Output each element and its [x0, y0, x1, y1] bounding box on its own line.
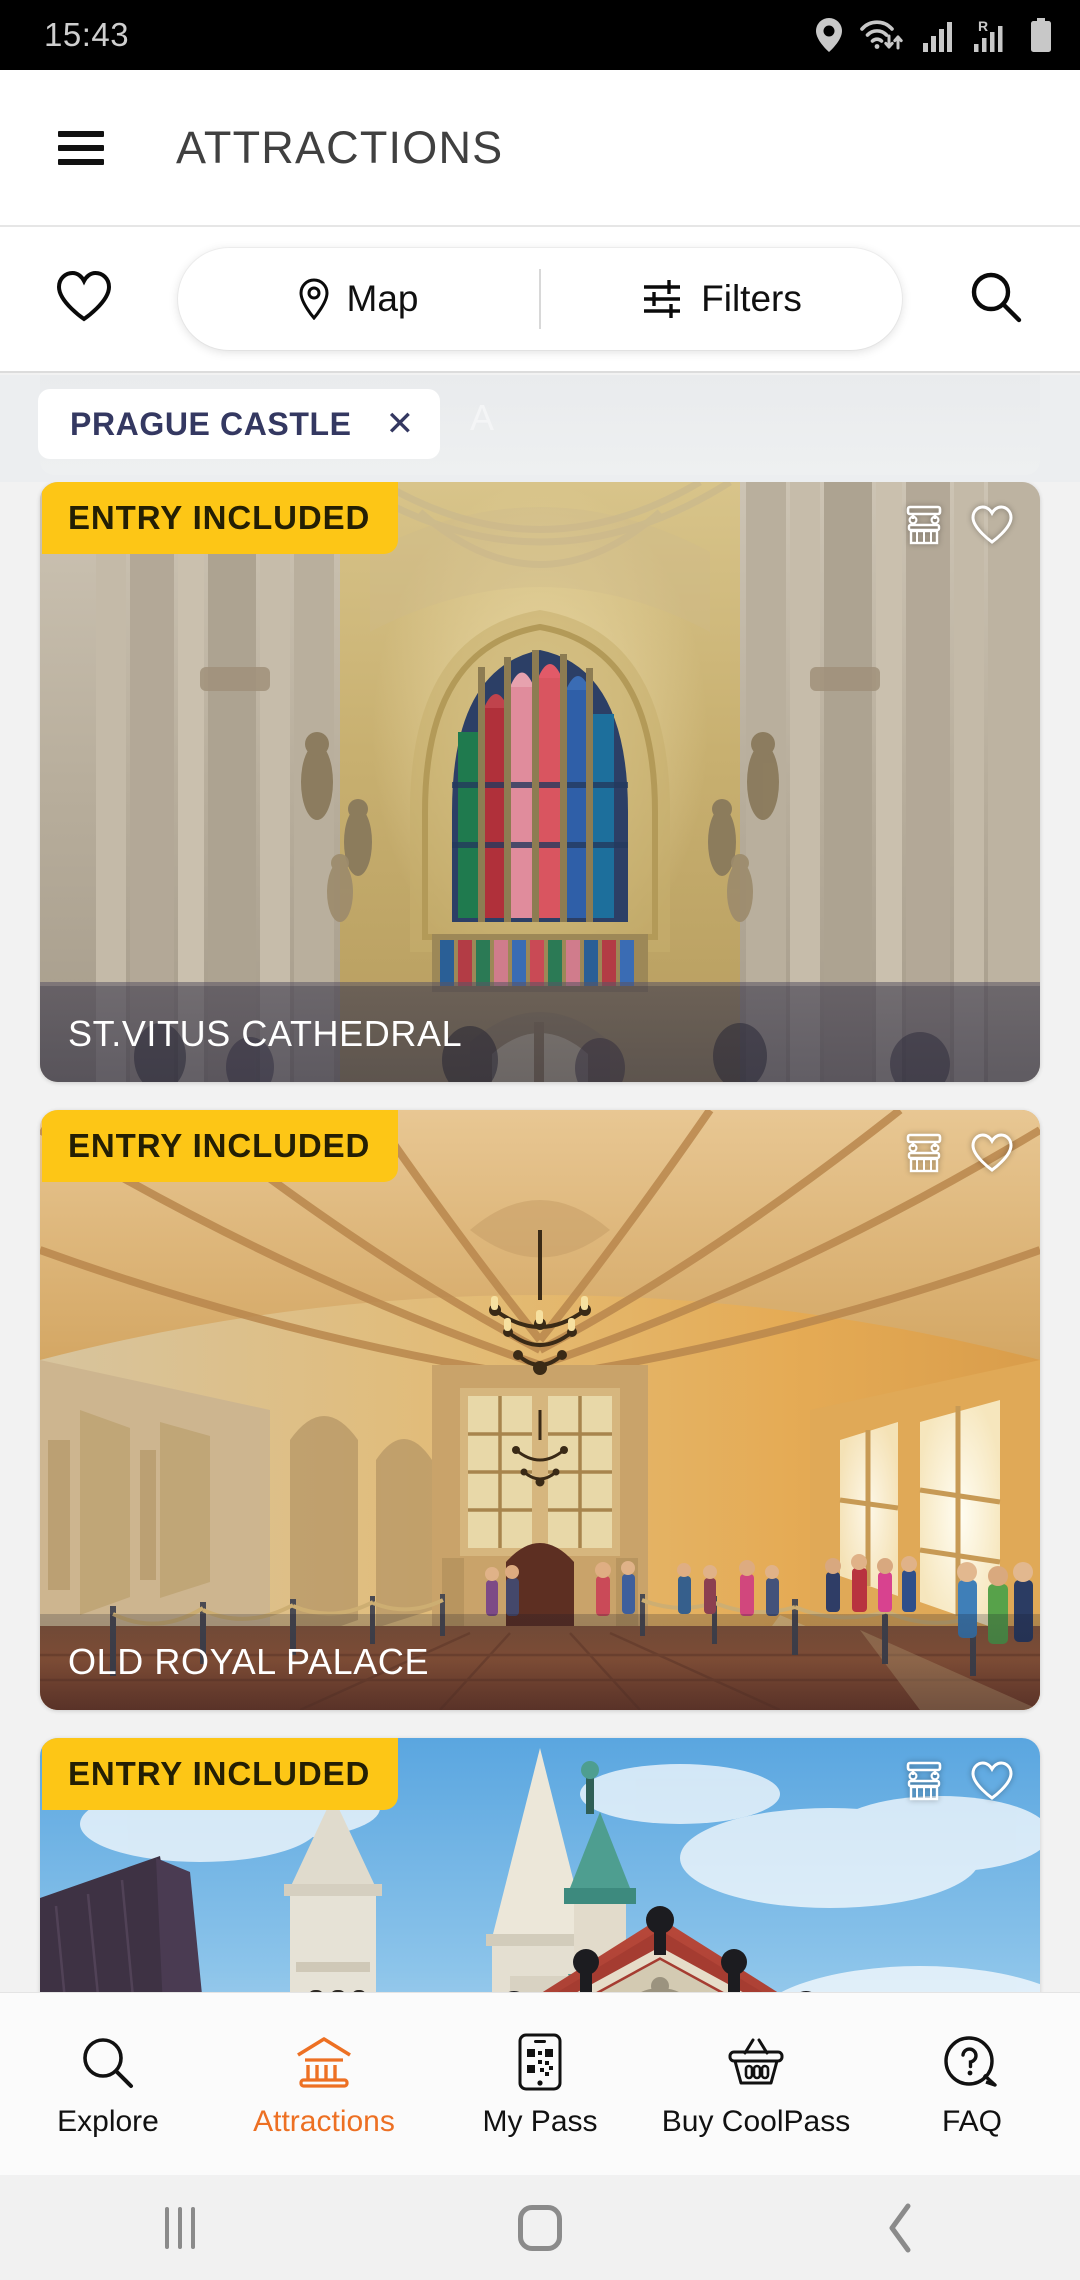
attraction-card-list[interactable]: ENTRY INCLUDED ST.VITUS CATHEDRAL ENTRY …: [0, 482, 1080, 1992]
battery-icon: [1030, 18, 1052, 52]
entry-included-badge: ENTRY INCLUDED: [42, 1110, 399, 1182]
filters-label: Filters: [701, 278, 802, 319]
status-bar: 15:43 R: [0, 0, 1080, 70]
close-x-icon[interactable]: ✕: [386, 407, 415, 441]
nav-item-attractions[interactable]: Attractions: [216, 1993, 432, 2175]
attraction-caption: ST.VITUS CATHEDRAL: [40, 986, 1040, 1082]
sliders-icon: [641, 278, 683, 320]
attraction-caption: OLD ROYAL PALACE: [40, 1614, 1040, 1710]
search-icon: [80, 2029, 136, 2091]
attraction-title: OLD ROYAL PALACE: [68, 1641, 430, 1682]
entry-included-badge: ENTRY INCLUDED: [42, 482, 399, 554]
svg-text:R: R: [978, 18, 988, 34]
location-pin-icon: [816, 18, 842, 52]
nav-item-faq[interactable]: FAQ: [864, 1993, 1080, 2175]
back-chevron-icon[interactable]: [720, 2175, 1080, 2280]
filters-button[interactable]: Filters: [541, 248, 902, 350]
attraction-card[interactable]: ENTRY INCLUDED: [40, 1110, 1040, 1710]
monument-column-icon[interactable]: [904, 1760, 944, 1802]
app-bar: ATTRACTIONS: [0, 70, 1080, 225]
android-navigation-bar: [0, 2175, 1080, 2280]
nav-label-attractions: Attractions: [253, 2105, 395, 2138]
nav-label-explore: Explore: [57, 2105, 159, 2138]
museum-icon: [293, 2029, 355, 2091]
favorites-button[interactable]: [46, 261, 122, 337]
card-action-icons: [904, 504, 1014, 546]
obscured-text: A: [470, 397, 496, 438]
heart-icon: [56, 270, 112, 328]
filter-chip-prague-castle[interactable]: PRAGUE CASTLE ✕: [38, 389, 441, 459]
status-clock: 15:43: [44, 16, 130, 53]
card-action-icons: [904, 1132, 1014, 1174]
attractions-toolbar: Map Filters: [0, 225, 1080, 373]
page-title: ATTRACTIONS: [176, 121, 504, 173]
nav-item-explore[interactable]: Explore: [0, 1993, 216, 2175]
nav-label-faq: FAQ: [941, 2105, 1002, 2138]
map-filters-segment: Map Filters: [178, 248, 902, 350]
recents-icon[interactable]: [0, 2175, 360, 2280]
map-pin-icon: [298, 278, 329, 320]
filter-chip-label: PRAGUE CASTLE: [70, 405, 352, 442]
heart-icon[interactable]: [970, 1133, 1014, 1173]
shopping-basket-icon: [725, 2029, 787, 2091]
roaming-signal-icon: R: [973, 18, 1013, 52]
nav-label-my-pass: My Pass: [482, 2105, 598, 2138]
home-icon[interactable]: [360, 2175, 720, 2280]
search-icon: [969, 270, 1023, 329]
entry-included-badge: ENTRY INCLUDED: [42, 1738, 399, 1810]
attraction-card[interactable]: ENTRY INCLUDED: [40, 1738, 1040, 1992]
map-label: Map: [346, 278, 419, 319]
monument-column-icon[interactable]: [904, 504, 944, 546]
phone-qr-icon: [518, 2029, 562, 2091]
nav-item-my-pass[interactable]: My Pass: [432, 1993, 648, 2175]
search-button[interactable]: [958, 261, 1034, 337]
card-action-icons: [904, 1760, 1014, 1802]
phone-screen: 15:43 R ATTRACTIONS Map Filters A PRAGUE…: [0, 0, 1080, 2280]
status-icon-group: R: [816, 18, 1052, 52]
bottom-navigation: Explore Attractions My Pass Buy CoolPass…: [0, 1992, 1080, 2175]
wifi-icon: [859, 18, 905, 52]
nav-label-buy-coolpass: Buy CoolPass: [661, 2105, 851, 2138]
signal-icon: [922, 18, 956, 52]
question-bubble-icon: [943, 2029, 1001, 2091]
heart-icon[interactable]: [970, 1761, 1014, 1801]
heart-icon[interactable]: [970, 505, 1014, 545]
hamburger-menu-icon[interactable]: [58, 130, 104, 165]
monument-column-icon[interactable]: [904, 1132, 944, 1174]
filter-chip-strip: A PRAGUE CASTLE ✕: [0, 375, 1080, 482]
attraction-card[interactable]: ENTRY INCLUDED: [40, 482, 1040, 1082]
attraction-title: ST.VITUS CATHEDRAL: [68, 1013, 463, 1054]
map-button[interactable]: Map: [178, 248, 539, 350]
nav-item-buy-coolpass[interactable]: Buy CoolPass: [648, 1993, 864, 2175]
